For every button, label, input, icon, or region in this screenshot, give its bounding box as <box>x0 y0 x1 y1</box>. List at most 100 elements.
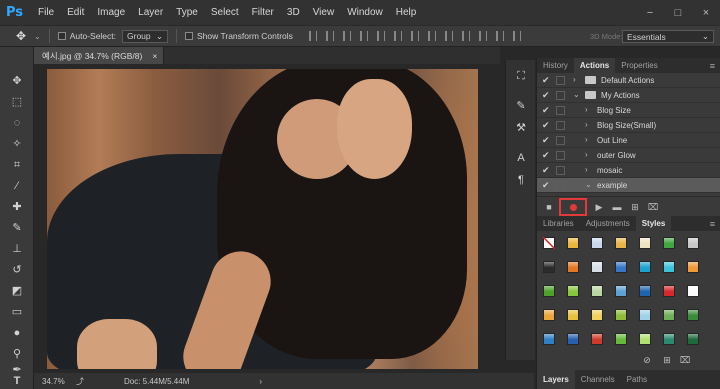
brush-presets-icon[interactable]: ⚒ <box>513 120 529 136</box>
type-tool-icon[interactable]: T <box>9 373 25 389</box>
style-swatch[interactable] <box>591 309 603 321</box>
move-tool-icon[interactable]: ✥ <box>9 73 25 89</box>
tab-layers[interactable]: Layers <box>537 370 575 389</box>
menu-layer[interactable]: Layer <box>138 7 163 18</box>
tab-adjustments[interactable]: Adjustments <box>580 216 636 231</box>
style-swatch[interactable] <box>591 333 603 345</box>
distribute-hcenter-icon[interactable] <box>478 31 487 41</box>
menu-help[interactable]: Help <box>396 7 417 18</box>
history-brush-tool-icon[interactable]: ↺ <box>9 262 25 278</box>
align-top-icon[interactable] <box>308 31 317 41</box>
tab-paths[interactable]: Paths <box>621 375 653 384</box>
distribute-left-icon[interactable] <box>461 31 470 41</box>
chevron-down-icon[interactable]: ⌄ <box>573 90 580 99</box>
image-canvas[interactable] <box>47 69 478 369</box>
eyedropper-tool-icon[interactable]: ⁄ <box>9 178 25 194</box>
distribute-bottom-icon[interactable] <box>444 31 453 41</box>
tab-properties[interactable]: Properties <box>615 58 663 73</box>
paragraph-panel-icon[interactable]: ¶ <box>513 172 529 188</box>
action-row-out-line[interactable]: ✔ › Out Line <box>537 133 720 148</box>
style-swatch[interactable] <box>615 237 627 249</box>
character-panel-icon[interactable]: A <box>513 150 529 166</box>
crop-tool-icon[interactable]: ⌗ <box>9 157 25 173</box>
style-swatch[interactable] <box>591 237 603 249</box>
distribute-right-icon[interactable] <box>495 31 504 41</box>
chevron-right-icon[interactable]: › <box>585 135 588 144</box>
menu-select[interactable]: Select <box>211 7 239 18</box>
style-swatch[interactable] <box>615 333 627 345</box>
close-icon[interactable]: × <box>152 51 157 61</box>
tool-preset-chevron-icon[interactable]: ⌄ <box>34 32 41 41</box>
style-swatch[interactable] <box>639 333 651 345</box>
share-icon[interactable]: ⤴ <box>76 376 84 387</box>
3d-panel-icon[interactable]: ⛶ <box>513 68 529 84</box>
style-swatch[interactable] <box>687 261 699 273</box>
style-swatch[interactable] <box>663 309 675 321</box>
style-swatch[interactable] <box>567 261 579 273</box>
style-swatch[interactable] <box>687 309 699 321</box>
action-row-mosaic[interactable]: ✔ › mosaic <box>537 163 720 178</box>
panel-menu-icon[interactable]: ≡ <box>710 219 715 229</box>
dialog-toggle-box[interactable] <box>556 166 565 175</box>
dialog-toggle-box[interactable] <box>556 91 565 100</box>
menu-filter[interactable]: Filter <box>252 7 274 18</box>
toggle-check-icon[interactable]: ✔ <box>542 120 550 131</box>
align-right-icon[interactable] <box>393 31 402 41</box>
tab-actions[interactable]: Actions <box>573 58 616 73</box>
menu-view[interactable]: View <box>313 7 335 18</box>
toggle-check-icon[interactable]: ✔ <box>542 75 550 86</box>
style-swatch[interactable] <box>591 285 603 297</box>
distribute-vcenter-icon[interactable] <box>427 31 436 41</box>
style-swatch[interactable] <box>687 333 699 345</box>
tab-styles[interactable]: Styles <box>635 216 672 231</box>
maximize-button[interactable]: □ <box>664 7 692 19</box>
chevron-right-icon[interactable]: › <box>585 120 588 129</box>
style-swatch[interactable] <box>543 333 555 345</box>
auto-select-checkbox[interactable]: Auto-Select: <box>57 31 116 41</box>
style-swatch[interactable] <box>663 237 675 249</box>
eraser-tool-icon[interactable]: ◩ <box>9 283 25 299</box>
tab-libraries[interactable]: Libraries <box>537 216 580 231</box>
menu-file[interactable]: File <box>38 7 54 18</box>
blur-tool-icon[interactable]: ● <box>9 325 25 341</box>
auto-align-icon[interactable] <box>512 31 521 41</box>
dialog-toggle-box[interactable] <box>556 76 565 85</box>
toggle-check-icon[interactable]: ✔ <box>542 165 550 176</box>
close-button[interactable]: × <box>692 7 720 19</box>
distribute-top-icon[interactable] <box>410 31 419 41</box>
toggle-check-icon[interactable]: ✔ <box>542 135 550 146</box>
toggle-check-icon[interactable]: ✔ <box>542 150 550 161</box>
chevron-right-icon[interactable]: › <box>573 75 576 84</box>
new-set-folder-icon[interactable]: ▬ <box>611 201 623 213</box>
dialog-toggle-box[interactable] <box>556 121 565 130</box>
zoom-level[interactable]: 34.7% <box>42 377 72 386</box>
menu-image[interactable]: Image <box>97 7 125 18</box>
brush-settings-icon[interactable]: ✎ <box>513 98 529 114</box>
document-tab[interactable]: 예시.jpg @ 34.7% (RGB/8) × <box>34 47 164 64</box>
style-swatch[interactable] <box>567 285 579 297</box>
style-swatch[interactable] <box>639 309 651 321</box>
new-style-icon[interactable]: ⊞ <box>661 354 673 366</box>
chevron-down-icon[interactable]: ⌄ <box>585 180 592 189</box>
align-vcenter-icon[interactable] <box>325 31 334 41</box>
style-swatch[interactable] <box>567 309 579 321</box>
style-swatch[interactable] <box>639 237 651 249</box>
tab-channels[interactable]: Channels <box>575 375 621 384</box>
dialog-toggle-box[interactable] <box>556 106 565 115</box>
chevron-right-icon[interactable]: › <box>585 105 588 114</box>
style-swatch[interactable] <box>663 285 675 297</box>
workspace-dropdown[interactable]: Essentials ⌄ <box>622 30 714 43</box>
style-swatch[interactable] <box>567 333 579 345</box>
style-swatch[interactable] <box>591 261 603 273</box>
menu-window[interactable]: Window <box>347 7 383 18</box>
dialog-toggle-box[interactable] <box>556 136 565 145</box>
style-swatch[interactable] <box>615 309 627 321</box>
style-swatch[interactable] <box>663 261 675 273</box>
toggle-check-icon[interactable]: ✔ <box>542 90 550 101</box>
action-row-my-actions[interactable]: ✔ ⌄ My Actions <box>537 88 720 103</box>
style-swatch[interactable] <box>687 285 699 297</box>
chevron-right-icon[interactable]: › <box>585 150 588 159</box>
trash-icon[interactable]: ⌧ <box>647 201 659 213</box>
action-row-blog-size-small[interactable]: ✔ › Blog Size(Small) <box>537 118 720 133</box>
style-swatch[interactable] <box>687 237 699 249</box>
